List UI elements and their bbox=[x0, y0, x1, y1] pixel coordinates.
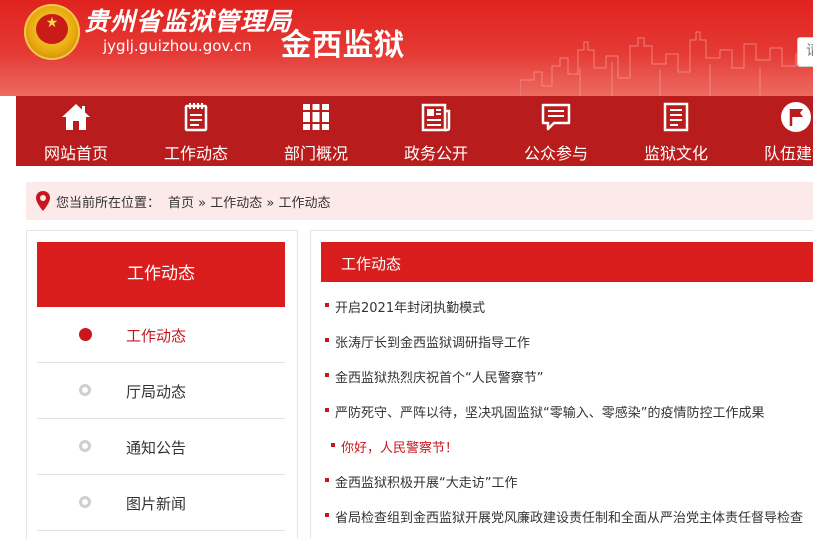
news-title-link[interactable]: 金西监狱热烈庆祝首个“人民警察节” bbox=[335, 367, 543, 386]
nav-item-team[interactable]: 队伍建设 bbox=[736, 96, 813, 166]
square-bullet-icon bbox=[325, 338, 329, 342]
news-item[interactable]: 严防死守、严阵以待，坚决巩固监狱“零输入、零感染”的疫情防控工作成果 bbox=[325, 402, 813, 422]
breadcrumb-current[interactable]: 工作动态 bbox=[279, 196, 331, 211]
notepad-icon bbox=[184, 103, 208, 132]
home-icon bbox=[62, 104, 90, 130]
nav-item-label: 政务公开 bbox=[403, 144, 468, 163]
prison-name-title: 金西监狱 bbox=[281, 28, 405, 63]
newspaper-icon bbox=[421, 103, 451, 132]
message-icon bbox=[541, 103, 571, 131]
document-icon bbox=[663, 102, 689, 132]
news-item[interactable]: 张涛厅长到金西监狱调研指导工作 bbox=[325, 332, 813, 352]
circle-bullet-icon bbox=[79, 496, 91, 508]
square-bullet-icon bbox=[325, 513, 329, 517]
nav-item-label: 公众参与 bbox=[523, 144, 588, 163]
main-nav: 网站首页 工作动态 部门概况 政务公开 公众参与 监狱文化 队伍建 bbox=[16, 96, 813, 166]
section-header: 工作动态 bbox=[321, 242, 813, 282]
national-emblem-logo: ★ bbox=[24, 4, 80, 60]
nav-item-department[interactable]: 部门概况 bbox=[256, 96, 376, 166]
circle-bullet-icon bbox=[79, 384, 91, 396]
news-item[interactable]: 省局检查组到金西监狱开展党风廉政建设责任制和全面从严治党主体责任督导检查 bbox=[325, 507, 813, 527]
news-title-link[interactable]: 金西监狱积极开展“大走访”工作 bbox=[335, 472, 517, 491]
active-dot-icon bbox=[79, 328, 92, 341]
sidebar-item-photo-news[interactable]: 图片新闻 bbox=[37, 475, 285, 531]
news-title-link[interactable]: 省局检查组到金西监狱开展党风廉政建设责任制和全面从严治党主体责任督导检查 bbox=[335, 507, 803, 526]
bureau-title: 贵州省监狱管理局 bbox=[84, 7, 293, 36]
square-bullet-icon bbox=[325, 478, 329, 482]
breadcrumb-link-home[interactable]: 首页 bbox=[168, 196, 194, 211]
main-content: 工作动态 开启2021年封闭执勤模式 张涛厅长到金西监狱调研指导工作 金西监狱热… bbox=[310, 230, 813, 539]
city-skyline-decoration bbox=[520, 31, 813, 96]
search-input[interactable] bbox=[798, 38, 813, 64]
breadcrumb-trail: 首页 » 工作动态 » 工作动态 bbox=[168, 192, 331, 211]
sidebar-item-work-news[interactable]: 工作动态 bbox=[37, 307, 285, 363]
news-title-link[interactable]: 严防死守、严阵以待，坚决巩固监狱“零输入、零感染”的疫情防控工作成果 bbox=[335, 402, 764, 421]
nav-item-label: 队伍建设 bbox=[763, 144, 813, 163]
location-pin-icon bbox=[36, 191, 50, 211]
sidebar-item-label: 厅局动态 bbox=[126, 383, 187, 401]
search-box[interactable] bbox=[797, 37, 813, 67]
news-title-link[interactable]: 开启2021年封闭执勤模式 bbox=[335, 297, 485, 316]
square-bullet-icon bbox=[325, 303, 329, 307]
nav-item-label: 网站首页 bbox=[43, 144, 108, 163]
square-bullet-icon bbox=[325, 373, 329, 377]
nav-item-public[interactable]: 公众参与 bbox=[496, 96, 616, 166]
square-bullet-icon bbox=[331, 443, 335, 447]
sidebar-item-label: 通知公告 bbox=[126, 439, 187, 457]
nav-item-label: 工作动态 bbox=[163, 144, 228, 163]
news-item-hovered[interactable]: 你好，人民警察节！ bbox=[325, 437, 813, 457]
flag-icon bbox=[781, 102, 811, 132]
sidebar-item-label: 工作动态 bbox=[126, 327, 187, 345]
circle-bullet-icon bbox=[79, 440, 91, 452]
news-item[interactable]: 开启2021年封闭执勤模式 bbox=[325, 297, 813, 317]
sidebar-title: 工作动态 bbox=[37, 242, 285, 307]
news-title-link[interactable]: 你好，人民警察节！ bbox=[341, 437, 458, 456]
nav-item-label: 部门概况 bbox=[283, 144, 348, 163]
square-bullet-icon bbox=[325, 408, 329, 412]
binders-icon bbox=[303, 104, 329, 130]
sidebar-item-bureau-news[interactable]: 厅局动态 bbox=[37, 363, 285, 419]
breadcrumb-separator: » bbox=[266, 196, 275, 211]
site-url: jyglj.guizhou.gov.cn bbox=[103, 37, 252, 55]
section-title: 工作动态 bbox=[341, 255, 402, 273]
breadcrumb-separator: » bbox=[198, 196, 207, 211]
nav-item-label: 监狱文化 bbox=[643, 144, 708, 163]
nav-item-work-news[interactable]: 工作动态 bbox=[136, 96, 256, 166]
breadcrumb: 您当前所在位置： 首页 » 工作动态 » 工作动态 bbox=[26, 182, 813, 220]
news-item[interactable]: 金西监狱积极开展“大走访”工作 bbox=[325, 472, 813, 492]
sidebar: 工作动态 工作动态 厅局动态 通知公告 图片新闻 bbox=[26, 230, 298, 539]
site-header: ★ 贵州省监狱管理局 jyglj.guizhou.gov.cn 金西监狱 bbox=[0, 0, 813, 96]
sidebar-item-label: 图片新闻 bbox=[126, 495, 187, 513]
breadcrumb-prefix: 您当前所在位置： bbox=[56, 196, 161, 211]
nav-item-culture[interactable]: 监狱文化 bbox=[616, 96, 736, 166]
nav-item-home[interactable]: 网站首页 bbox=[16, 96, 136, 166]
news-title-link[interactable]: 张涛厅长到金西监狱调研指导工作 bbox=[335, 332, 530, 351]
news-item[interactable]: 金西监狱热烈庆祝首个“人民警察节” bbox=[325, 367, 813, 387]
breadcrumb-link-work-news[interactable]: 工作动态 bbox=[210, 196, 262, 211]
sidebar-item-notices[interactable]: 通知公告 bbox=[37, 419, 285, 475]
nav-item-gov-affairs[interactable]: 政务公开 bbox=[376, 96, 496, 166]
